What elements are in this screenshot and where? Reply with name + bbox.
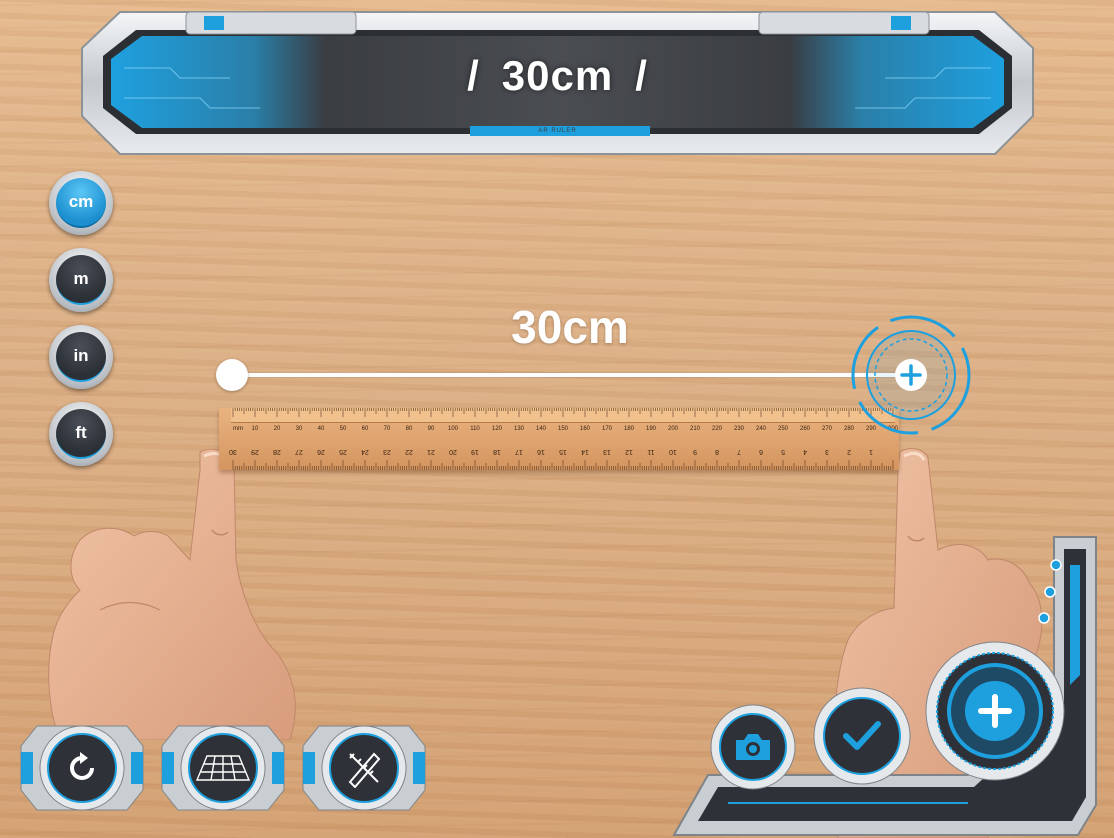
ruler-top-label: 120 (492, 426, 503, 432)
unit-button-in[interactable]: in (49, 325, 113, 389)
ruler-top-label: 240 (756, 426, 767, 432)
ruler-top-label: 100 (448, 426, 459, 432)
refresh-icon (70, 752, 94, 780)
ruler-top-label: 30 (296, 426, 303, 432)
unit-button-m-label: m (56, 255, 106, 305)
camera-button[interactable] (710, 704, 796, 790)
banner-measurement: / 30cm / (80, 52, 1035, 100)
banner-slash-right: / (635, 52, 648, 99)
ruler-top-label: 270 (822, 426, 833, 432)
ruler-top-label: 90 (428, 426, 435, 432)
ruler-top-label: 180 (624, 426, 635, 432)
banner-caption: AR RULER (538, 128, 577, 134)
ruler-top-label: 260 (800, 426, 811, 432)
ruler-top-label: 160 (580, 426, 591, 432)
wooden-ruler: mm 10 20 30 40 50 60 70 80 90 100 110 120 130 140 150 16… (219, 408, 899, 470)
banner-measurement-value: 30cm (501, 52, 614, 99)
ruler-bottom-label: 10 (669, 448, 677, 455)
pencil-ruler-icon (348, 752, 381, 788)
ruler-bottom-label: 17 (515, 448, 523, 455)
ruler-bottom-label: 26 (317, 448, 325, 455)
unit-button-in-label: in (56, 332, 106, 382)
ruler-bottom-label: 9 (693, 448, 697, 455)
add-measurement-button[interactable] (924, 640, 1066, 782)
confirm-button[interactable] (812, 686, 912, 786)
ruler-bottom-label: 20 (449, 448, 457, 455)
ruler-bottom-label: 12 (625, 448, 633, 455)
measurement-label: 30cm (511, 301, 629, 353)
ruler-bottom-label: 28 (273, 448, 281, 455)
ruler-top-label: 130 (514, 426, 525, 432)
grid-plane-icon (195, 755, 251, 781)
ruler-bottom-label: 11 (647, 448, 654, 455)
ruler-top-label: 230 (734, 426, 745, 432)
reset-button[interactable] (17, 722, 147, 814)
ruler-bottom-label: 14 (581, 448, 589, 455)
ruler-top-label: 80 (406, 426, 413, 432)
measurement-line (232, 373, 910, 377)
ruler-bottom-label: 30 (229, 448, 237, 455)
plus-icon (978, 694, 1012, 728)
ruler-bottom-label: 7 (737, 448, 741, 455)
ruler-top-label: 210 (690, 426, 701, 432)
unit-button-m[interactable]: m (49, 248, 113, 312)
ruler-top-label: 70 (384, 426, 391, 432)
ruler-top-label: 110 (470, 426, 480, 432)
ruler-bottom-label: 25 (339, 448, 347, 455)
ruler-bottom-label: 1 (869, 448, 873, 455)
ruler-bottom-label: 29 (251, 448, 259, 455)
unit-button-ft[interactable]: ft (49, 402, 113, 466)
unit-button-ft-label: ft (56, 409, 106, 459)
ruler-bottom-label: 18 (493, 448, 501, 455)
measurement-start-handle[interactable] (216, 359, 248, 391)
ruler-top-label: 50 (340, 426, 347, 432)
ruler-top-label: 200 (668, 426, 679, 432)
measurement-end-target-icon[interactable] (848, 312, 974, 438)
ruler-bottom-label: 22 (405, 448, 413, 455)
ruler-bottom-label: 15 (559, 448, 567, 455)
ruler-top-label: 60 (362, 426, 369, 432)
unit-button-cm[interactable]: cm (49, 171, 113, 235)
measurement-banner: / 30cm / AR RULER (80, 8, 1035, 156)
ruler-bottom-label: 6 (759, 448, 763, 455)
banner-slash-left: / (467, 52, 480, 99)
ruler-top-label: 220 (712, 426, 723, 432)
ruler-top-label: 20 (274, 426, 281, 432)
ruler-bottom-label: 23 (383, 448, 391, 455)
ruler-top-label: 150 (558, 426, 569, 432)
ruler-bottom-label: 5 (781, 448, 785, 455)
ruler-bottom-label: 8 (715, 448, 719, 455)
unit-button-cm-label: cm (56, 178, 106, 228)
ruler-bottom-label: 3 (825, 448, 829, 455)
ruler-top-label: 170 (602, 426, 613, 432)
ruler-bottom-label: 19 (471, 448, 479, 455)
ruler-bottom-label: 2 (847, 448, 851, 455)
ruler-top-label: 140 (536, 426, 547, 432)
edit-button[interactable] (299, 722, 429, 814)
ruler-bottom-label: 27 (295, 448, 303, 455)
ruler-top-label: 190 (646, 426, 657, 432)
camera-icon (736, 734, 770, 760)
ruler-bottom-label: 16 (537, 448, 545, 455)
left-hand-image (48, 448, 296, 740)
ruler-top-label: 10 (252, 426, 259, 432)
ruler-top-label: 40 (318, 426, 325, 432)
plane-detect-button[interactable] (158, 722, 288, 814)
ruler-bottom-label: 21 (427, 448, 435, 455)
check-icon (843, 721, 881, 750)
ruler-bottom-label: 13 (603, 448, 611, 455)
ruler-top-label: 250 (778, 426, 789, 432)
ruler-scale: mm 10 20 30 40 50 60 70 80 90 100 110 120 130 140 150 16… (229, 408, 899, 470)
ruler-mm-label: mm (233, 426, 243, 432)
ruler-bottom-label: 4 (803, 448, 807, 455)
ruler-bottom-label: 24 (361, 448, 369, 455)
